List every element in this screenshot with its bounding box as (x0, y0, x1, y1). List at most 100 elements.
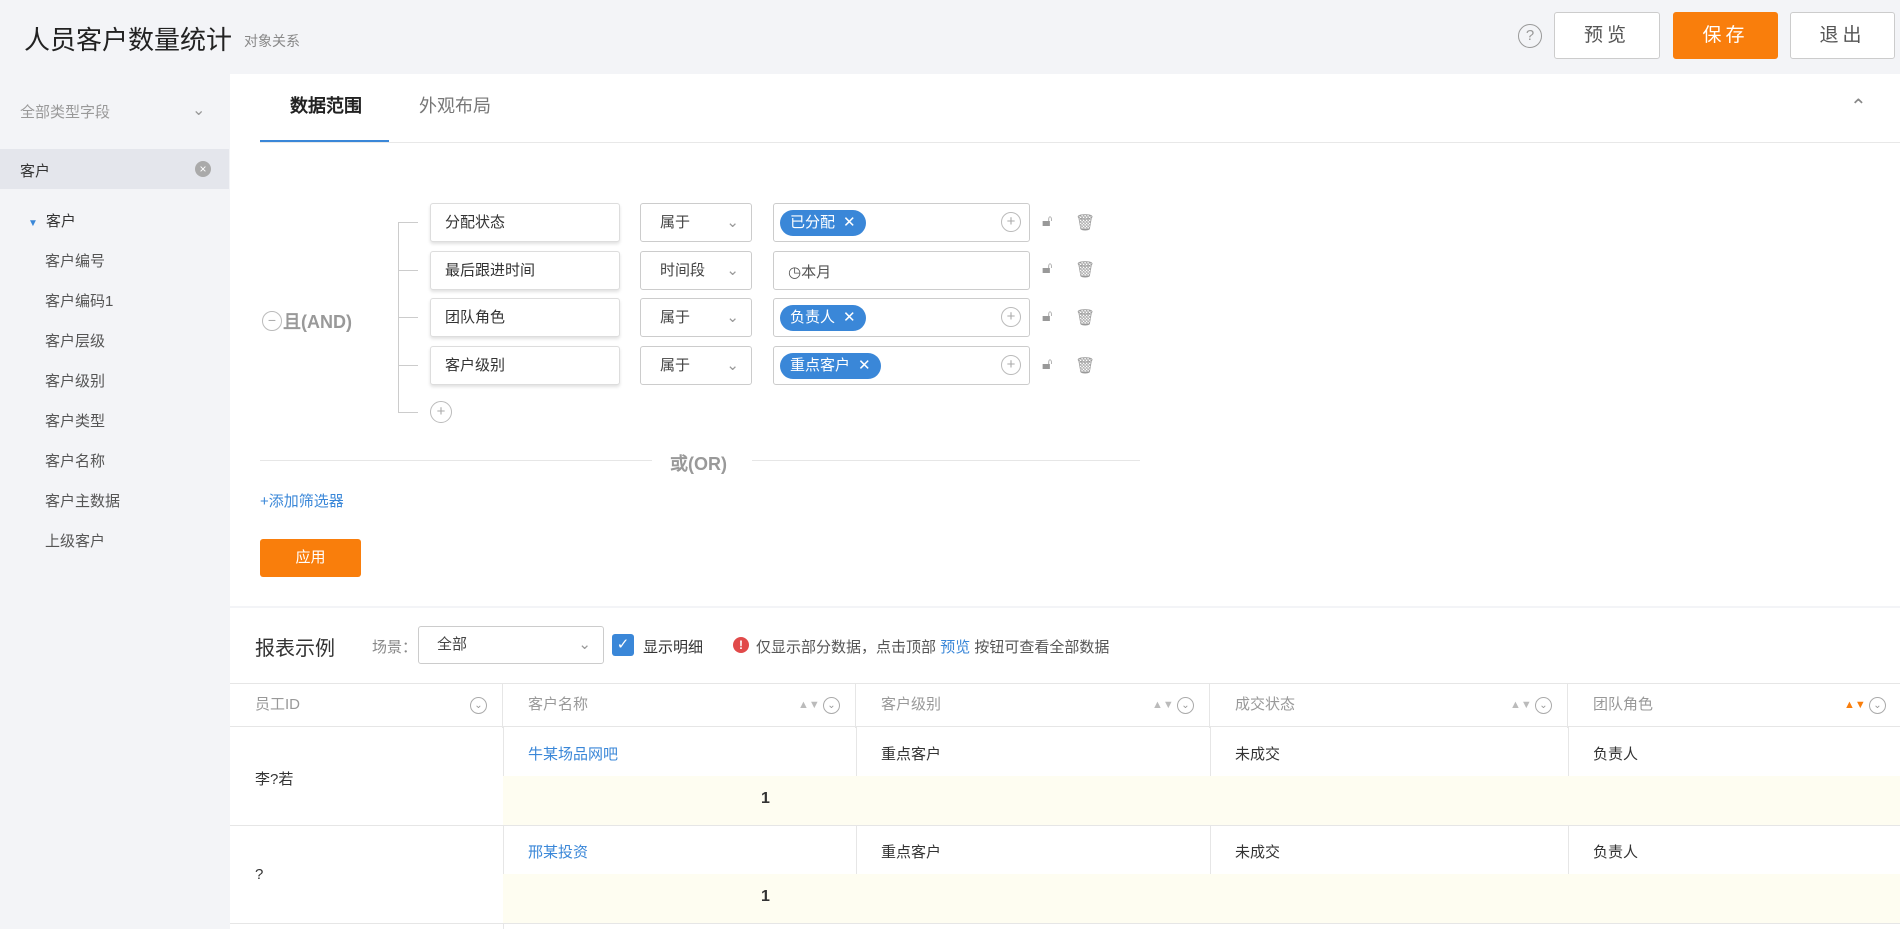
add-value-icon[interactable]: + (1001, 307, 1021, 327)
chevron-down-icon: ⌄ (726, 214, 739, 231)
column-header-deal-status[interactable]: 成交状态 ▲▼ ⌄ (1210, 684, 1568, 728)
trash-icon[interactable]: 🗑︎ (1075, 308, 1095, 328)
scene-select[interactable]: 全部 ⌄ (418, 626, 604, 664)
chevron-down-icon: ⌄ (726, 309, 739, 326)
tree-item[interactable]: 上级客户 (45, 530, 105, 551)
chevron-down-icon: ⌄ (726, 357, 739, 374)
tree-item[interactable]: 客户编号 (45, 250, 105, 271)
group-line (398, 317, 418, 318)
column-menu-icon[interactable]: ⌄ (1535, 697, 1552, 714)
value-tag[interactable]: 重点客户 ✕ (780, 353, 881, 379)
column-header-team-role[interactable]: 团队角色 ▲▼ ⌄ (1568, 684, 1900, 728)
help-icon[interactable]: ? (1518, 24, 1542, 48)
selected-object[interactable]: 客户 × (0, 149, 229, 189)
sort-icon[interactable]: ▲▼ (798, 684, 820, 726)
page-title: 人员客户数量统计 (24, 25, 233, 55)
group-line (398, 270, 418, 271)
sort-icon[interactable]: ▲▼ (1844, 684, 1866, 726)
notice-pre: 仅显示部分数据，点击顶部 (756, 639, 937, 656)
unlock-icon[interactable]: 🔓︎ (1042, 308, 1052, 326)
add-condition-icon[interactable]: + (430, 401, 452, 423)
column-header-label: 团队角色 (1593, 696, 1654, 713)
remove-tag-icon[interactable]: ✕ (858, 357, 871, 374)
tree-item[interactable]: 客户编码1 (45, 290, 113, 311)
clear-icon[interactable]: × (195, 161, 211, 177)
column-divider (856, 727, 857, 776)
column-menu-icon[interactable]: ⌄ (470, 697, 487, 714)
preview-link[interactable]: 预览 (940, 639, 970, 656)
collapse-up-icon[interactable]: ⌃ (1850, 94, 1867, 119)
or-divider (752, 460, 1140, 461)
column-header-label: 员工ID (255, 696, 301, 713)
tree-root[interactable]: ▼ 客户 (28, 210, 76, 231)
unlock-icon[interactable]: 🔓︎ (1042, 356, 1052, 374)
operator-label: 属于 (660, 357, 691, 374)
sort-icon[interactable]: ▲▼ (1510, 684, 1532, 726)
chevron-down-icon[interactable]: ⌄ (192, 100, 205, 120)
tab-data-range[interactable]: 数据范围 (290, 92, 362, 118)
customer-name-link[interactable]: 牛某场品网吧 (528, 743, 618, 764)
condition-value[interactable]: ◷本月 (773, 251, 1030, 290)
subtotal-row: 1 (503, 776, 1900, 825)
trash-icon[interactable]: 🗑︎ (1075, 260, 1095, 280)
tree-item[interactable]: 客户名称 (45, 450, 105, 471)
column-menu-icon[interactable]: ⌄ (1869, 697, 1886, 714)
add-filter-link[interactable]: +添加筛选器 (260, 490, 344, 511)
sort-icon[interactable]: ▲▼ (1152, 684, 1174, 726)
condition-operator[interactable]: 属于 ⌄ (640, 203, 752, 242)
notice-text: 仅显示部分数据，点击顶部 预览 按钮可查看全部数据 (756, 636, 1109, 657)
value-tag[interactable]: 已分配 ✕ (780, 210, 866, 236)
subtotal-value: 1 (761, 888, 770, 905)
preview-button[interactable]: 预览 (1554, 12, 1660, 59)
unlock-icon[interactable]: 🔓︎ (1042, 260, 1052, 278)
add-value-icon[interactable]: + (1001, 212, 1021, 232)
column-header-label: 成交状态 (1235, 696, 1296, 713)
condition-operator[interactable]: 属于 ⌄ (640, 298, 752, 337)
clock-icon: ◷ (788, 264, 802, 281)
column-header-customer-name[interactable]: 客户名称 ▲▼ ⌄ (503, 684, 856, 728)
chevron-down-icon: ⌄ (726, 262, 739, 279)
team-role-cell: 负责人 (1593, 746, 1639, 763)
subtotal-value: 1 (761, 790, 770, 807)
condition-field[interactable]: 客户级别 (430, 346, 620, 385)
add-value-icon[interactable]: + (1001, 355, 1021, 375)
condition-value[interactable]: 重点客户 ✕ + (773, 346, 1030, 385)
exit-button[interactable]: 退出 (1790, 12, 1895, 59)
selected-object-label: 客户 (20, 163, 51, 180)
scene-select-value: 全部 (437, 636, 468, 653)
condition-field[interactable]: 最后跟进时间 (430, 251, 620, 290)
tab-appearance[interactable]: 外观布局 (419, 92, 491, 118)
customer-name-link[interactable]: 邢某投资 (528, 841, 588, 862)
show-detail-label: 显示明细 (643, 639, 704, 656)
remove-tag-icon[interactable]: ✕ (843, 309, 856, 326)
trash-icon[interactable]: 🗑︎ (1075, 356, 1095, 376)
header: 人员客户数量统计 对象关系 ? 预览 保存 退出 (0, 0, 1900, 74)
condition-operator[interactable]: 时间段 ⌄ (640, 251, 752, 290)
caret-down-icon[interactable]: ▼ (28, 218, 38, 229)
condition-value[interactable]: 已分配 ✕ + (773, 203, 1030, 242)
condition-field[interactable]: 分配状态 (430, 203, 620, 242)
column-menu-icon[interactable]: ⌄ (1177, 697, 1194, 714)
unlock-icon[interactable]: 🔓︎ (1042, 213, 1052, 231)
report-title: 报表示例 (255, 638, 335, 660)
employee-id-cell: 李?若 (255, 771, 294, 788)
tree-item[interactable]: 客户类型 (45, 410, 105, 431)
condition-value[interactable]: 负责人 ✕ + (773, 298, 1030, 337)
condition-field[interactable]: 团队角色 (430, 298, 620, 337)
tree-item[interactable]: 客户层级 (45, 330, 105, 351)
remove-tag-icon[interactable]: ✕ (843, 214, 856, 231)
show-detail-checkbox[interactable]: ✓ (612, 634, 634, 656)
column-header-customer-level[interactable]: 客户级别 ▲▼ ⌄ (856, 684, 1210, 728)
tree-item[interactable]: 客户主数据 (45, 490, 120, 511)
tree-item[interactable]: 客户级别 (45, 370, 105, 391)
employee-id-cell: ? (255, 866, 264, 883)
column-header-employee-id[interactable]: 员工ID ⌄ (230, 684, 503, 728)
value-tag[interactable]: 负责人 ✕ (780, 305, 866, 331)
apply-button[interactable]: 应用 (260, 539, 361, 577)
trash-icon[interactable]: 🗑︎ (1075, 213, 1095, 233)
condition-operator[interactable]: 属于 ⌄ (640, 346, 752, 385)
column-menu-icon[interactable]: ⌄ (823, 697, 840, 714)
and-group-toggle-icon[interactable]: − (262, 311, 282, 331)
field-type-filter[interactable]: 全部类型字段 (20, 101, 110, 122)
save-button[interactable]: 保存 (1673, 12, 1778, 59)
